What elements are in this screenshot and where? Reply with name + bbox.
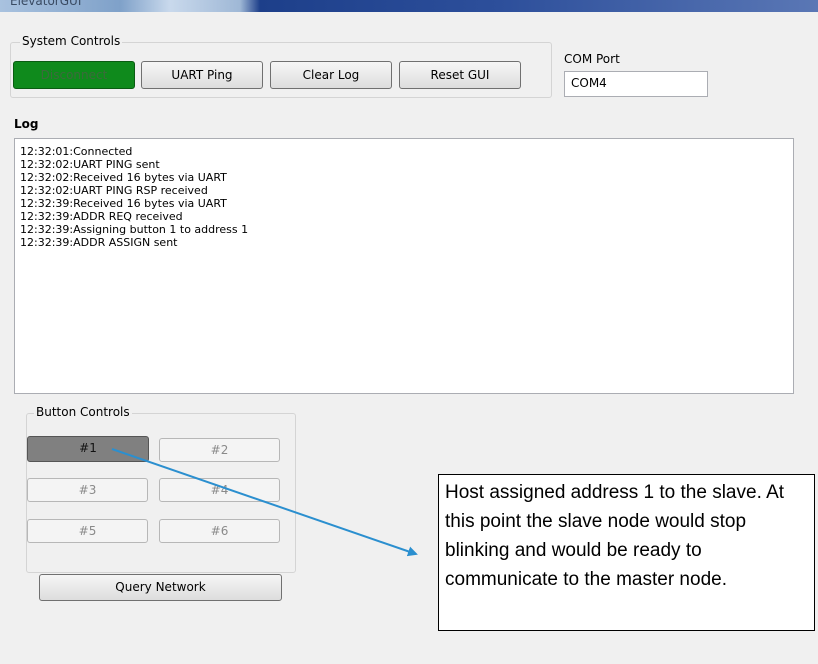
log-line: 12:32:39:Assigning button 1 to address 1 (20, 223, 249, 236)
button-controls-title: Button Controls (34, 405, 132, 419)
disconnect-button[interactable]: Disconnect (13, 61, 135, 89)
title-bar: ElevatorGUI (0, 0, 818, 12)
window-title: ElevatorGUI (10, 0, 82, 8)
uart-ping-button[interactable]: UART Ping (141, 61, 263, 89)
elevator-button-4[interactable]: #4 (159, 478, 280, 502)
com-port-field[interactable]: COM4 (564, 71, 708, 97)
log-title: Log (14, 117, 39, 131)
log-line: 12:32:02:UART PING RSP received (20, 184, 208, 197)
log-line: 12:32:39:Received 16 bytes via UART (20, 197, 227, 210)
annotation-text: Host assigned address 1 to the slave. At… (445, 482, 785, 590)
log-line: 12:32:39:ADDR REQ received (20, 210, 183, 223)
log-line: 12:32:02:UART PING sent (20, 158, 160, 171)
query-network-button[interactable]: Query Network (39, 574, 282, 601)
elevator-gui-window: ElevatorGUI System Controls Disconnect U… (0, 0, 818, 664)
log-textarea[interactable]: 12:32:01:Connected 12:32:02:UART PING se… (14, 138, 794, 394)
log-line: 12:32:01:Connected (20, 145, 133, 158)
elevator-button-6[interactable]: #6 (159, 519, 280, 543)
system-controls-title: System Controls (20, 34, 123, 48)
reset-gui-button[interactable]: Reset GUI (399, 61, 521, 89)
log-line: 12:32:02:Received 16 bytes via UART (20, 171, 227, 184)
elevator-button-5[interactable]: #5 (27, 519, 148, 543)
clear-log-button[interactable]: Clear Log (270, 61, 392, 89)
com-port-label: COM Port (564, 52, 620, 66)
elevator-button-3[interactable]: #3 (27, 478, 148, 502)
log-line: 12:32:39:ADDR ASSIGN sent (20, 236, 178, 249)
annotation-callout: Host assigned address 1 to the slave. At… (438, 474, 815, 631)
elevator-button-1[interactable]: #1 (27, 436, 149, 462)
elevator-button-2[interactable]: #2 (159, 438, 280, 462)
